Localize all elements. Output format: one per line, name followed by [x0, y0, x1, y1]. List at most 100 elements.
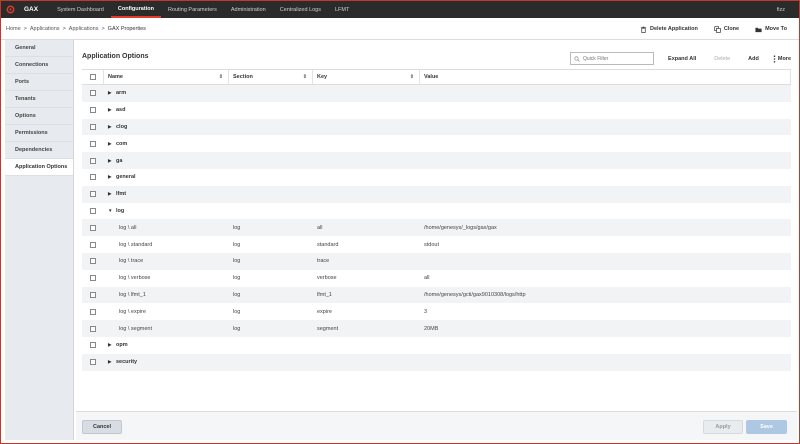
delete-application-button[interactable]: Delete Application — [640, 26, 698, 33]
move-to-button[interactable]: Move To — [755, 26, 787, 33]
value-cell[interactable]: 20MB — [420, 320, 791, 337]
row-select[interactable] — [82, 135, 104, 152]
nav-administration[interactable]: Administration — [224, 1, 273, 18]
quick-filter-input[interactable] — [583, 55, 652, 62]
row-select[interactable] — [82, 253, 104, 270]
delete-option-button[interactable]: Delete — [710, 56, 734, 62]
group-name-cell[interactable]: ▶ asd — [104, 102, 229, 119]
option-row[interactable]: log \ segment log segment 20MB — [82, 320, 791, 337]
row-select[interactable] — [82, 303, 104, 320]
group-name-cell[interactable]: ▶ opm — [104, 337, 229, 354]
breadcrumb-applications-1[interactable]: Applications — [30, 26, 60, 32]
sidebar-item-dependencies[interactable]: Dependencies — [5, 142, 73, 159]
value-cell[interactable] — [420, 253, 791, 270]
row-checkbox[interactable] — [90, 359, 96, 366]
value-cell[interactable]: /home/genesys/_logs/gax/gax — [420, 219, 791, 236]
column-header-value[interactable]: Value — [420, 70, 791, 84]
group-name-cell[interactable]: ▶ general — [104, 169, 229, 186]
group-row[interactable]: ▶ asd — [82, 102, 791, 119]
row-checkbox[interactable] — [90, 157, 96, 164]
row-select[interactable] — [82, 186, 104, 203]
caret-right-icon[interactable]: ▶ — [108, 342, 112, 348]
group-row[interactable]: ▼ log — [82, 203, 791, 220]
row-select[interactable] — [82, 320, 104, 337]
row-checkbox[interactable] — [90, 308, 96, 315]
row-checkbox[interactable] — [90, 90, 96, 97]
caret-right-icon[interactable]: ▶ — [108, 174, 112, 180]
group-row[interactable]: ▶ clog — [82, 118, 791, 136]
caret-down-icon[interactable]: ▼ — [108, 208, 112, 213]
row-checkbox[interactable] — [90, 123, 96, 130]
row-select[interactable] — [82, 119, 104, 136]
sidebar-item-connections[interactable]: Connections — [5, 57, 73, 74]
add-option-button[interactable]: Add — [744, 56, 763, 62]
row-checkbox[interactable] — [90, 207, 96, 214]
select-all-checkbox[interactable] — [89, 74, 96, 80]
group-row[interactable]: ▶ security — [82, 353, 791, 371]
caret-right-icon[interactable]: ▶ — [108, 90, 112, 96]
sidebar-item-general[interactable]: General — [5, 40, 73, 57]
nav-configuration[interactable]: Configuration — [110, 1, 161, 18]
sidebar-item-ports[interactable]: Ports — [5, 74, 73, 91]
sort-icon[interactable]: ⇕ — [219, 74, 223, 80]
column-header-key[interactable]: Key ⇕ — [313, 70, 420, 84]
cancel-button[interactable]: Cancel — [82, 420, 122, 434]
breadcrumb-applications-2[interactable]: Applications — [69, 26, 99, 32]
row-checkbox[interactable] — [90, 140, 96, 147]
value-cell[interactable]: all — [420, 270, 791, 287]
expand-all-button[interactable]: Expand All — [664, 56, 700, 62]
option-row[interactable]: log \ standard log standard stdout — [82, 236, 791, 253]
row-select[interactable] — [82, 102, 104, 119]
row-select[interactable] — [82, 219, 104, 236]
group-name-cell[interactable]: ▶ arm — [104, 85, 229, 102]
sidebar-item-tenants[interactable]: Tenants — [5, 91, 73, 108]
user-menu[interactable]: fizz — [777, 1, 785, 18]
option-row[interactable]: log \ expire log expire 3 — [82, 303, 791, 320]
group-row[interactable]: ▶ arm — [82, 85, 791, 102]
group-row[interactable]: ▶ lfmt — [82, 185, 791, 203]
row-select[interactable] — [82, 152, 104, 169]
value-cell[interactable]: stdout — [420, 236, 791, 253]
row-checkbox[interactable] — [90, 174, 96, 181]
caret-right-icon[interactable]: ▶ — [108, 141, 112, 147]
option-row[interactable]: log \ all log all/home/genesys/_logs/gax/g… — [82, 219, 791, 237]
row-checkbox[interactable] — [90, 107, 96, 114]
nav-system-dashboard[interactable]: System Dashboard — [50, 1, 111, 18]
nav-routing-parameters[interactable]: Routing Parameters — [161, 1, 224, 18]
option-row[interactable]: log \ lfmt_1 log lfmt_1/home/genesys/gcti/… — [82, 286, 791, 304]
option-row[interactable]: log \ verbose log verbose all — [82, 270, 791, 287]
row-checkbox[interactable] — [90, 342, 96, 349]
group-row[interactable]: ▶ general — [82, 169, 791, 186]
breadcrumb-home[interactable]: Home — [6, 26, 21, 32]
row-select[interactable] — [82, 270, 104, 287]
column-header-name[interactable]: Name ⇕ — [104, 70, 229, 84]
caret-right-icon[interactable]: ▶ — [108, 107, 112, 113]
row-checkbox[interactable] — [90, 258, 96, 265]
caret-right-icon[interactable]: ▶ — [108, 124, 112, 130]
sidebar-item-options[interactable]: Options — [5, 108, 73, 125]
row-select[interactable] — [82, 236, 104, 253]
option-row[interactable]: log \ trace log trace — [82, 252, 791, 270]
group-row[interactable]: ▶ ga — [82, 152, 791, 169]
genesys-logo-icon[interactable] — [1, 1, 19, 18]
quick-filter-box[interactable] — [570, 52, 655, 65]
save-button[interactable]: Save — [746, 420, 787, 434]
clone-button[interactable]: Clone — [714, 25, 739, 33]
more-button[interactable]: More — [773, 54, 791, 63]
row-checkbox[interactable] — [90, 191, 96, 198]
sidebar-item-application-options[interactable]: Application Options — [5, 159, 73, 176]
value-cell[interactable]: /home/genesys/gcti/gax9010308/logs/http — [420, 287, 791, 304]
row-select[interactable] — [82, 203, 104, 220]
value-cell[interactable]: 3 — [420, 303, 791, 320]
caret-right-icon[interactable]: ▶ — [108, 359, 112, 365]
sort-icon[interactable]: ⇕ — [410, 74, 414, 80]
sidebar-item-permissions[interactable]: Permissions — [5, 125, 73, 142]
caret-right-icon[interactable]: ▶ — [108, 191, 112, 197]
row-checkbox[interactable] — [90, 291, 96, 298]
row-checkbox[interactable] — [90, 241, 96, 248]
group-name-cell[interactable]: ▶ clog — [104, 119, 229, 136]
row-checkbox[interactable] — [90, 224, 96, 231]
row-select[interactable] — [82, 85, 104, 102]
group-name-cell[interactable]: ▶ ga — [104, 152, 229, 169]
row-select[interactable] — [82, 354, 104, 371]
